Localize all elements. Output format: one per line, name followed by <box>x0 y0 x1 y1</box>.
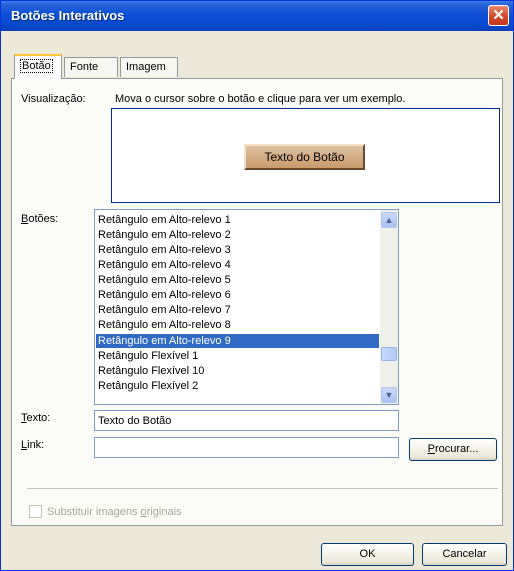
ok-button[interactable]: OK <box>321 543 414 566</box>
sample-button[interactable]: Texto do Botão <box>244 144 365 170</box>
list-item[interactable]: Retângulo em Alto-relevo 3 <box>96 243 379 257</box>
list-item[interactable]: Retângulo em Alto-relevo 6 <box>96 288 379 302</box>
preview-label: Visualização: <box>21 93 86 105</box>
list-item[interactable]: Retângulo em Alto-relevo 5 <box>96 273 379 287</box>
title-bar[interactable]: Botões Interativos ✕ <box>1 1 513 31</box>
list-scrollbar[interactable]: ▲ ▼ <box>380 210 398 404</box>
list-item[interactable]: Retângulo em Alto-relevo 8 <box>96 318 379 332</box>
close-icon[interactable]: ✕ <box>488 5 509 26</box>
link-label: Link: <box>21 439 45 451</box>
preview-instruction: Mova o cursor sobre o botão e clique par… <box>115 93 406 105</box>
list-item[interactable]: Retângulo em Alto-relevo 2 <box>96 228 379 242</box>
list-item[interactable]: Retângulo em Alto-relevo 7 <box>96 303 379 317</box>
scroll-thumb[interactable] <box>381 347 397 361</box>
list-item[interactable]: Retângulo Flexível 10 <box>96 364 379 378</box>
scroll-down-icon[interactable]: ▼ <box>381 387 397 403</box>
window-title: Botões Interativos <box>11 8 125 23</box>
list-item[interactable]: Retângulo Flexível 2 <box>96 379 379 393</box>
browse-button[interactable]: Procurar... <box>409 438 497 461</box>
scroll-up-icon[interactable]: ▲ <box>381 212 397 228</box>
tab-imagem[interactable]: Imagem <box>120 57 178 77</box>
tab-fonte[interactable]: Fonte <box>64 57 118 77</box>
list-item[interactable]: Retângulo em Alto-relevo 4 <box>96 258 379 272</box>
dialog-window: Botões Interativos ✕ Botão Fonte Imagem … <box>0 0 514 571</box>
tab-botao[interactable]: Botão <box>14 54 62 79</box>
separator <box>27 488 498 490</box>
text-label: Texto: <box>21 412 51 424</box>
buttons-label: Botões: <box>21 213 59 225</box>
link-field[interactable] <box>94 437 399 458</box>
text-field[interactable]: Texto do Botão <box>94 410 399 431</box>
buttons-listbox[interactable]: Retângulo em Alto-relevo 1 Retângulo em … <box>94 209 399 405</box>
list-item-selected[interactable]: Retângulo em Alto-relevo 9 <box>96 334 379 348</box>
list-item[interactable]: Retângulo em Alto-relevo 1 <box>96 213 379 227</box>
replace-images-checkbox[interactable] <box>29 505 42 518</box>
list-item[interactable]: Retângulo Flexível 1 <box>96 349 379 363</box>
replace-images-label: Substituir imagens originais <box>47 506 182 518</box>
cancel-button[interactable]: Cancelar <box>422 543 507 566</box>
